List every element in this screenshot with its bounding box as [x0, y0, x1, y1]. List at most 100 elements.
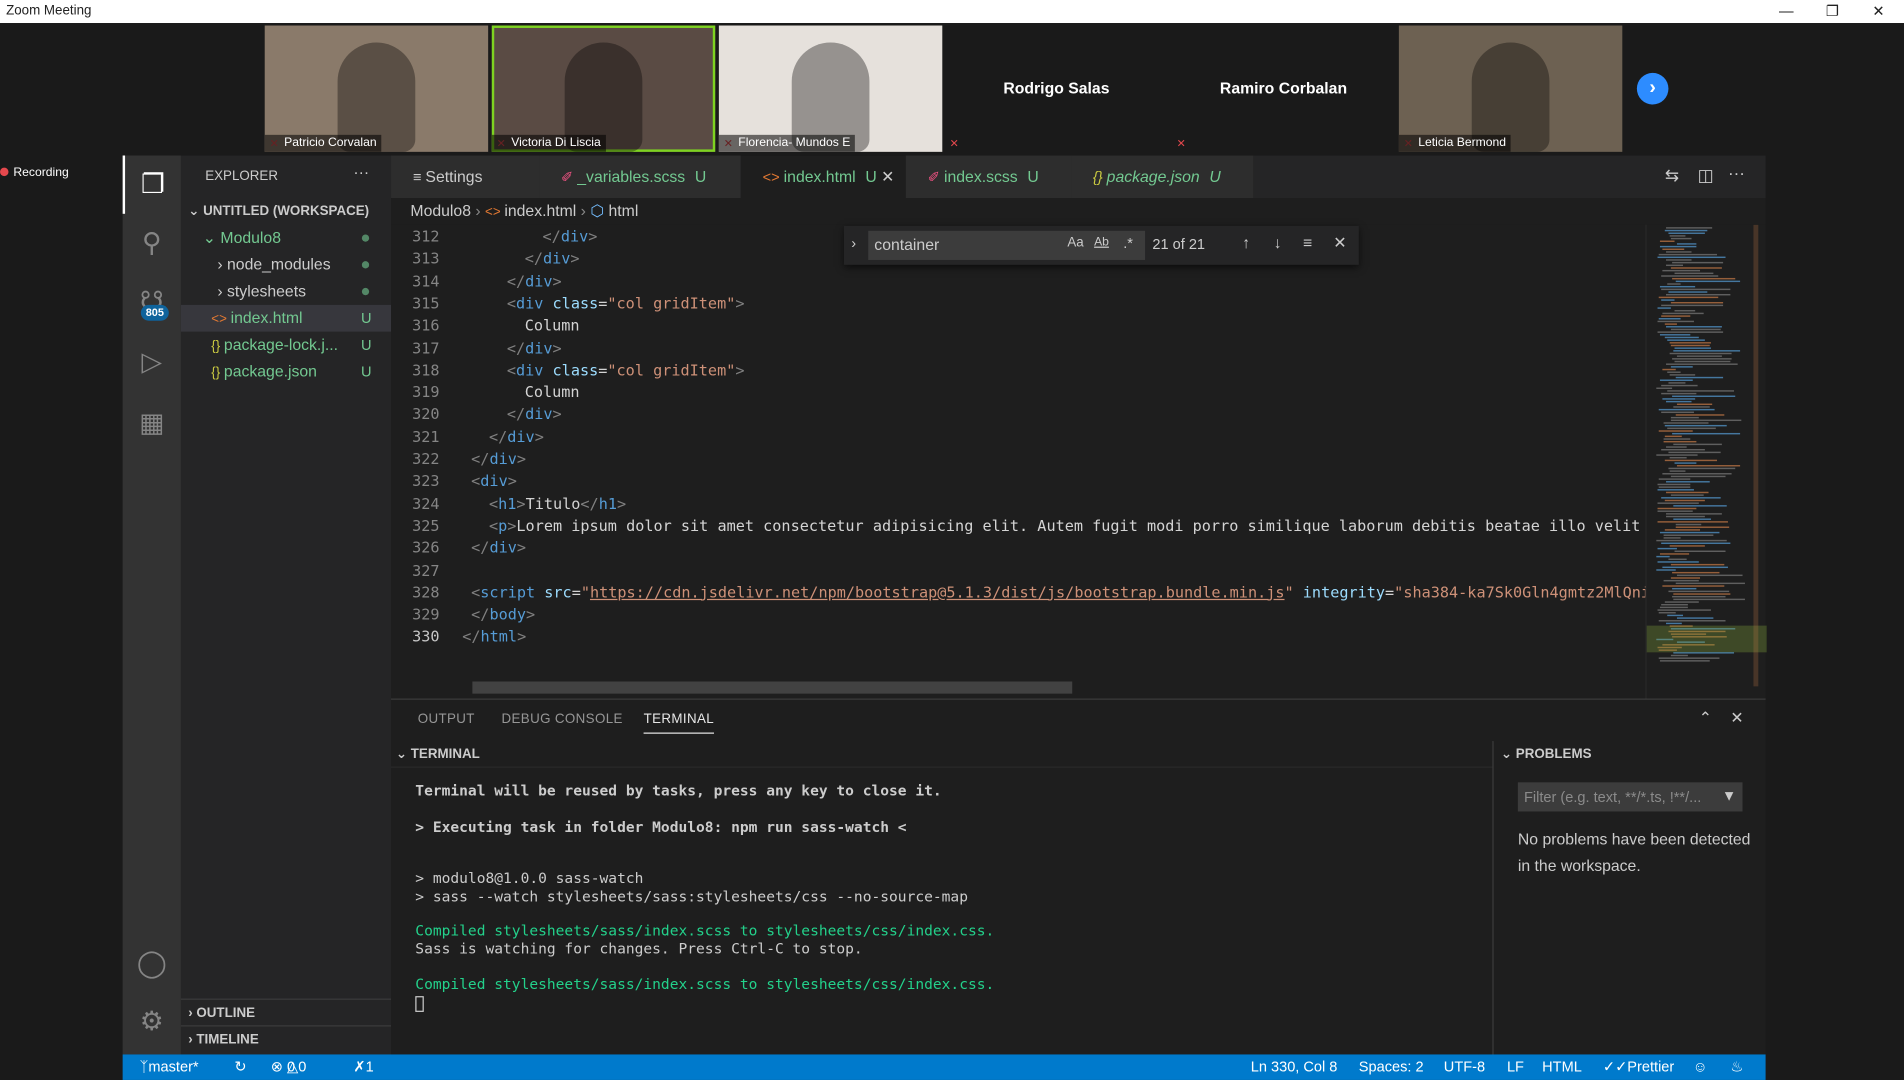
timeline-section[interactable]: › TIMELINE — [180, 1025, 392, 1052]
code-line: </html> — [462, 627, 527, 646]
whole-word-icon[interactable]: Ab — [1094, 236, 1109, 249]
breadcrumb: Modulo8 › <> index.html › ⬡ html — [391, 198, 1766, 225]
ports-indicator[interactable]: ✗ 1 — [353, 1054, 373, 1080]
terminal-line: Compiled stylesheets/sass/index.scss to … — [415, 975, 995, 993]
extensions-icon[interactable]: ▦ — [123, 394, 181, 452]
participant-tile[interactable]: ✕Florencia- Mundos E — [718, 25, 943, 152]
problems-count[interactable]: ⊗ 0 △ 0 — [271, 1054, 307, 1080]
code-line: <div> — [471, 471, 517, 490]
breadcrumb-item[interactable]: Modulo8 — [410, 202, 471, 220]
minimize-icon[interactable]: — — [1763, 0, 1809, 23]
line-number: 317 — [412, 338, 440, 357]
terminal-cursor — [415, 996, 424, 1012]
workspace-root[interactable]: ⌄ UNTITLED (WORKSPACE) — [181, 198, 391, 225]
accounts-icon[interactable]: ◯ — [123, 934, 181, 992]
previous-match-icon[interactable]: ↑ — [1242, 233, 1250, 251]
bottom-panel: OUTPUT DEBUG CONSOLE TERMINAL ⌃ ✕ ⌄ TERM… — [391, 698, 1766, 1056]
file-tree-item[interactable]: {} package.json U — [181, 358, 391, 385]
tab-debug-console[interactable]: DEBUG CONSOLE — [502, 712, 623, 727]
encoding[interactable]: UTF-8 — [1444, 1054, 1485, 1080]
restore-icon[interactable]: ❐ — [1809, 0, 1855, 23]
file-tree-item[interactable]: › node_modules — [181, 251, 391, 278]
open-changes-icon[interactable]: ⇆ — [1665, 165, 1679, 186]
tab-index-html[interactable]: <> index.html U ✕ — [740, 155, 906, 199]
file-tree-item[interactable]: › stylesheets — [181, 278, 391, 305]
notifications-icon[interactable]: ♨ — [1730, 1054, 1743, 1080]
outline-section[interactable]: › OUTLINE — [180, 998, 392, 1026]
line-number: 325 — [412, 516, 440, 535]
breadcrumb-item[interactable]: index.html — [504, 202, 576, 220]
language-mode[interactable]: HTML — [1542, 1054, 1582, 1080]
line-number: 328 — [412, 582, 440, 602]
close-find-icon[interactable]: ✕ — [1333, 233, 1346, 252]
close-window-icon[interactable]: ✕ — [1855, 0, 1901, 23]
code-line: <div class="col gridItem"> — [506, 293, 745, 313]
regex-icon[interactable]: .* — [1123, 234, 1133, 251]
next-participants-button[interactable]: › — [1636, 72, 1669, 105]
sync-icon[interactable]: ↻ — [234, 1054, 246, 1080]
close-tab-icon[interactable]: ✕ — [877, 168, 894, 186]
more-actions-icon[interactable]: ··· — [353, 163, 369, 181]
find-in-selection-icon[interactable]: ≡ — [1303, 233, 1312, 251]
editor-more-icon[interactable]: ··· — [1728, 163, 1745, 182]
split-editor-icon[interactable]: ◫ — [1698, 165, 1714, 186]
cursor-position[interactable]: Ln 330, Col 8 — [1251, 1054, 1338, 1080]
git-status-badge: U — [361, 336, 372, 354]
explorer-icon[interactable]: ❐ — [122, 155, 181, 214]
next-match-icon[interactable]: ↓ — [1274, 233, 1282, 251]
muted-mic-icon: ✕ — [1176, 137, 1186, 150]
match-case-icon[interactable]: Aa — [1067, 236, 1083, 251]
prettier-status[interactable]: ✓✓ Prettier — [1603, 1054, 1674, 1080]
recording-indicator[interactable]: Recording — [0, 166, 69, 180]
minimap[interactable] — [1645, 224, 1767, 699]
participant-tile[interactable]: Ramiro Corbalan ✕ — [1171, 25, 1396, 152]
tab-file-icon: {} — [1092, 168, 1107, 186]
tab-file-icon: ✐ — [561, 168, 578, 186]
code-line: Column — [524, 382, 580, 401]
folder-modulo8[interactable]: ⌄ Modulo8 — [181, 225, 391, 252]
code-line: </div> — [542, 227, 598, 246]
horizontal-scrollbar[interactable] — [472, 681, 1073, 694]
terminal-line: > sass --watch stylesheets/sass:styleshe… — [415, 888, 968, 906]
html-file-icon: <> — [485, 205, 505, 220]
problems-header[interactable]: ⌄ PROBLEMS — [1494, 741, 1766, 768]
search-icon[interactable]: ⚲ — [123, 214, 181, 272]
tab-settings[interactable]: ≡ Settings — [391, 155, 540, 199]
file-tree-label: stylesheets — [227, 281, 307, 301]
end-of-line[interactable]: LF — [1507, 1054, 1524, 1080]
explorer-sidebar: EXPLORER ··· ⌄ UNTITLED (WORKSPACE) ⌄ Mo… — [180, 155, 392, 1055]
tab-terminal[interactable]: TERMINAL — [643, 712, 715, 734]
code-editor[interactable]: 312 </div> 313 </div> 314 </div> 315 <div class… — [391, 224, 1766, 699]
problems-filter-input[interactable]: Filter (e.g. text, **/*.ts, !**/... — [1517, 782, 1743, 812]
file-tree-item[interactable]: {} package-lock.j... U — [181, 332, 391, 359]
terminal-header[interactable]: ⌄ TERMINAL — [391, 741, 1493, 768]
file-tree-item[interactable]: <> index.html U — [180, 304, 392, 332]
indentation[interactable]: Spaces: 2 — [1359, 1054, 1424, 1080]
toggle-replace-icon[interactable]: › — [851, 234, 856, 251]
close-panel-icon[interactable]: ✕ — [1730, 708, 1743, 727]
source-control-icon[interactable]: ☋ — [123, 272, 181, 330]
tab-index-scss[interactable]: ✐ index.scss U — [905, 155, 1072, 199]
participant-tile[interactable]: ✕Victoria Di Liscia — [491, 25, 716, 152]
muted-mic-icon: ✕ — [949, 137, 959, 150]
participant-tile[interactable]: ✕Patricio Corvalan — [264, 25, 489, 152]
tab-package-json[interactable]: {} package.json U — [1071, 155, 1254, 199]
code-line: <h1>Titulo</h1> — [488, 493, 627, 513]
breadcrumb-item[interactable]: html — [609, 202, 639, 220]
maximize-panel-icon[interactable]: ⌃ — [1699, 708, 1712, 727]
tab--variables-scss[interactable]: ✐ _variables.scss U — [539, 155, 741, 199]
filter-icon[interactable]: ▼ — [1722, 787, 1736, 804]
run-debug-icon[interactable]: ▷ — [123, 333, 181, 391]
match-count: 21 of 21 — [1152, 235, 1206, 253]
branch-indicator[interactable]: ᛉ master* — [140, 1054, 199, 1080]
symbol-icon: ⬡ — [590, 201, 609, 220]
settings-gear-icon[interactable]: ⚙ — [123, 992, 181, 1050]
git-status-badge: U — [361, 309, 372, 327]
line-number: 326 — [412, 538, 440, 557]
participant-name: Leticia Bermond — [1398, 134, 1511, 152]
participant-tile[interactable]: ✕Leticia Bermond — [1398, 25, 1623, 152]
feedback-icon[interactable]: ☺ — [1693, 1054, 1708, 1080]
participant-tile[interactable]: Rodrigo Salas ✕ — [944, 25, 1169, 152]
tab-output[interactable]: OUTPUT — [418, 712, 475, 727]
file-tree-label: package-lock.j... — [223, 335, 338, 354]
